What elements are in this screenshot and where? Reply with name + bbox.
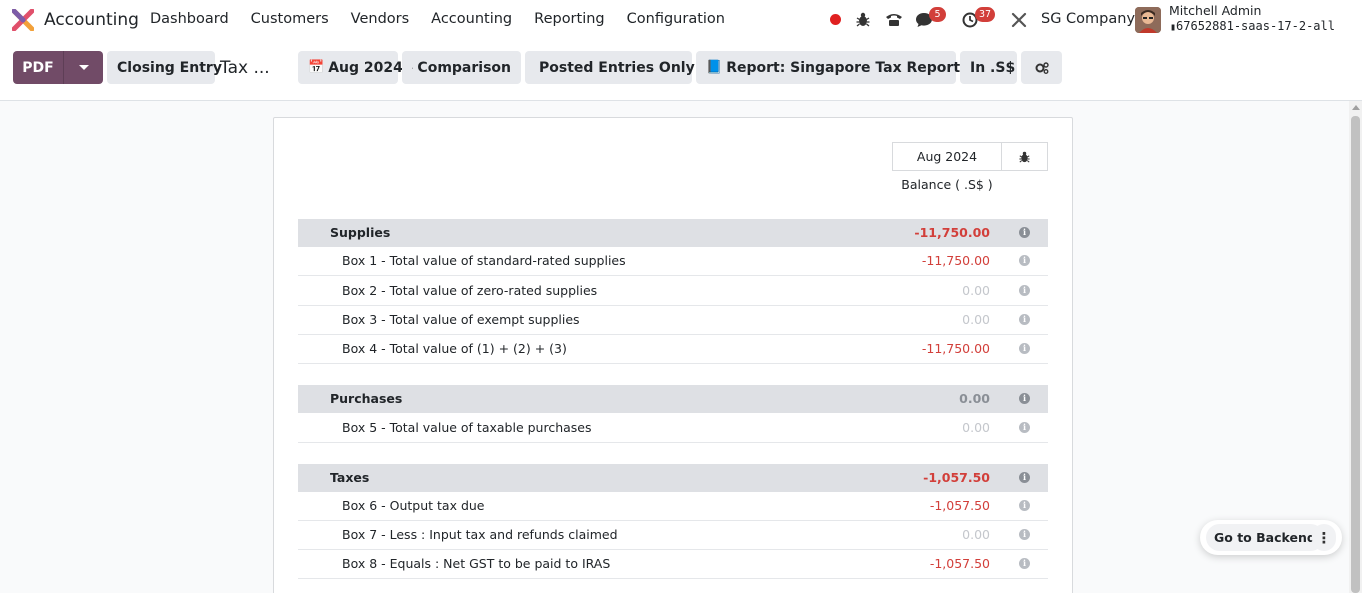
go-to-backend-widget: Go to Backend ⋮ <box>1200 520 1342 555</box>
breadcrumb[interactable]: Tax ... <box>220 58 270 78</box>
date-filter-button[interactable]: 📅 Aug 2024 <box>298 51 403 84</box>
report-line[interactable]: Box 7 - Less : Input tax and refunds cla… <box>298 521 1048 550</box>
currency-label: In .S$ <box>970 59 1016 76</box>
report-line[interactable]: Box 4 - Total value of (1) + (2) + (3) -… <box>298 335 1048 364</box>
database-name: ▮67652881-saas-17-2-all <box>1170 19 1335 33</box>
report-variant-label: Report: Singapore Tax Report (SG) <box>726 59 1000 76</box>
debug-bug-icon[interactable] <box>856 12 870 27</box>
report-line[interactable]: Box 8 - Equals : Net GST to be paid to I… <box>298 550 1048 579</box>
line-value[interactable]: 0.00 <box>962 283 990 298</box>
info-icon[interactable]: i <box>1019 472 1030 483</box>
caret-down-icon <box>78 65 89 70</box>
bar-chart-icon <box>412 66 414 69</box>
closing-entry-button[interactable]: Closing Entry <box>107 51 222 84</box>
section-row-taxes[interactable]: Taxes -1,057.50 i <box>298 464 1048 492</box>
line-value[interactable]: 0.00 <box>962 312 990 327</box>
line-label: Box 8 - Equals : Net GST to be paid to I… <box>342 556 611 571</box>
info-icon[interactable]: i <box>1019 500 1030 511</box>
menu-configuration[interactable]: Configuration <box>627 11 725 27</box>
menu-reporting[interactable]: Reporting <box>534 11 605 27</box>
info-icon[interactable]: i <box>1019 285 1030 296</box>
info-icon[interactable]: i <box>1019 529 1030 540</box>
accounting-app-icon[interactable] <box>12 9 34 31</box>
user-avatar[interactable] <box>1135 7 1161 33</box>
column-subheader-balance: Balance ( .S$ ) <box>901 177 993 192</box>
section-title: Supplies <box>330 225 391 240</box>
currency-button[interactable]: In .S$ <box>960 51 1017 84</box>
info-icon[interactable]: i <box>1019 422 1030 433</box>
menu-dashboard[interactable]: Dashboard <box>150 11 229 27</box>
comparison-filter-button[interactable]: Comparison <box>402 51 521 84</box>
line-value[interactable]: -1,057.50 <box>930 556 990 571</box>
section-row-purchases[interactable]: Purchases 0.00 i <box>298 385 1048 413</box>
line-value[interactable]: 0.00 <box>962 420 990 435</box>
line-label: Box 7 - Less : Input tax and refunds cla… <box>342 527 618 542</box>
report-line[interactable]: Box 5 - Total value of taxable purchases… <box>298 414 1048 443</box>
line-label: Box 5 - Total value of taxable purchases <box>342 420 592 435</box>
section-title: Taxes <box>330 470 370 485</box>
column-header-period[interactable]: Aug 2024 <box>892 142 1002 171</box>
report-line[interactable]: Box 3 - Total value of exempt supplies 0… <box>298 306 1048 335</box>
activities-badge: 37 <box>975 7 996 22</box>
comparison-filter-label: Comparison <box>417 59 511 76</box>
line-value[interactable]: 0.00 <box>962 527 990 542</box>
pdf-button[interactable]: PDF <box>13 51 63 84</box>
report-line[interactable]: Box 6 - Output tax due -1,057.50 i <box>298 492 1048 521</box>
control-panel: PDF Closing Entry Tax ... 📅 Aug 2024 Comp… <box>0 40 1362 101</box>
section-title: Purchases <box>330 391 403 406</box>
user-name[interactable]: Mitchell Admin <box>1169 3 1261 18</box>
vertical-scrollbar[interactable] <box>1349 101 1362 593</box>
line-label: Box 4 - Total value of (1) + (2) + (3) <box>342 341 567 356</box>
info-icon[interactable]: i <box>1019 314 1030 325</box>
scrollbar-thumb[interactable] <box>1351 116 1360 593</box>
posted-entries-filter-button[interactable]: Posted Entries Only <box>525 51 695 84</box>
recording-indicator-icon[interactable] <box>830 14 841 25</box>
date-filter-label: Aug 2024 <box>328 59 403 76</box>
database-label: 67652881-saas-17-2-all <box>1176 19 1335 33</box>
section-total[interactable]: 0.00 <box>959 391 990 406</box>
go-to-backend-button[interactable]: Go to Backend <box>1206 524 1324 551</box>
posted-entries-label: Posted Entries Only <box>539 59 695 76</box>
closing-entry-label: Closing Entry <box>117 59 222 76</box>
line-label: Box 2 - Total value of zero-rated suppli… <box>342 283 598 298</box>
line-label: Box 6 - Output tax due <box>342 498 485 513</box>
report-variant-button[interactable]: 📘 Report: Singapore Tax Report (SG) <box>696 51 999 84</box>
line-value[interactable]: -11,750.00 <box>922 253 990 268</box>
column-debug-button[interactable] <box>1001 142 1048 171</box>
book-icon: 📘 <box>706 60 723 75</box>
section-row-supplies[interactable]: Supplies -11,750.00 i <box>298 219 1048 247</box>
info-icon[interactable]: i <box>1019 343 1030 354</box>
menu-customers[interactable]: Customers <box>251 11 329 27</box>
phone-icon[interactable] <box>885 12 903 27</box>
top-navbar: Accounting Dashboard Customers Vendors A… <box>0 0 1362 40</box>
messages-badge: 5 <box>929 7 946 22</box>
calendar-icon: 📅 <box>308 60 325 75</box>
debug-bug-icon <box>1019 151 1030 163</box>
line-value[interactable]: -1,057.50 <box>930 498 990 513</box>
menu-vendors[interactable]: Vendors <box>351 11 410 27</box>
line-label: Box 1 - Total value of standard-rated su… <box>342 253 626 268</box>
report-line[interactable]: Box 2 - Total value of zero-rated suppli… <box>298 277 1048 306</box>
settings-tools-icon[interactable] <box>1011 12 1027 28</box>
scroll-up-icon[interactable] <box>1352 105 1360 110</box>
line-value[interactable]: -11,750.00 <box>922 341 990 356</box>
export-dropdown-toggle[interactable] <box>63 51 103 84</box>
gears-icon <box>1035 61 1049 74</box>
section-total[interactable]: -11,750.00 <box>914 225 990 240</box>
more-options-icon[interactable]: ⋮ <box>1312 524 1336 551</box>
report-line[interactable]: Box 1 - Total value of standard-rated su… <box>298 247 1048 276</box>
report-options-button[interactable] <box>1021 51 1062 84</box>
info-icon[interactable]: i <box>1019 227 1030 238</box>
app-name[interactable]: Accounting <box>44 10 139 30</box>
menu-accounting[interactable]: Accounting <box>431 11 512 27</box>
line-label: Box 3 - Total value of exempt supplies <box>342 312 580 327</box>
section-total[interactable]: -1,057.50 <box>923 470 990 485</box>
info-icon[interactable]: i <box>1019 558 1030 569</box>
company-switcher[interactable]: SG Company <box>1041 11 1135 27</box>
main-menu: Dashboard Customers Vendors Accounting R… <box>150 11 747 27</box>
info-icon[interactable]: i <box>1019 393 1030 404</box>
info-icon[interactable]: i <box>1019 255 1030 266</box>
